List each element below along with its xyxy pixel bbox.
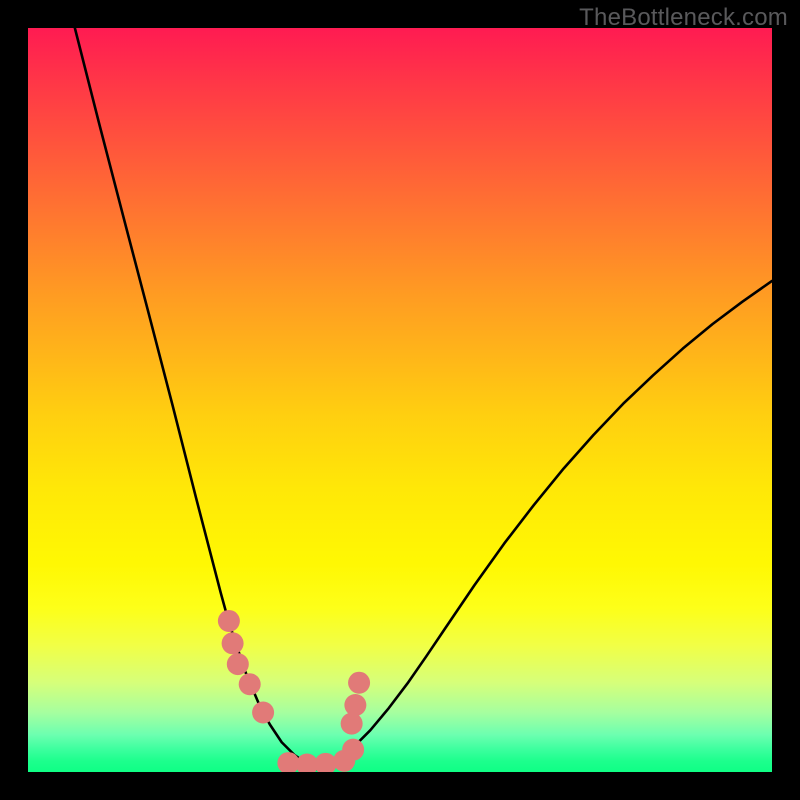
bottleneck-marker [342, 739, 364, 761]
chart-svg [28, 28, 772, 772]
right-curve-line [314, 281, 772, 770]
marker-group [218, 610, 370, 772]
chart-frame: TheBottleneck.com [0, 0, 800, 800]
bottleneck-marker [348, 672, 370, 694]
bottleneck-marker [252, 701, 274, 723]
bottleneck-marker [222, 632, 244, 654]
bottleneck-marker [218, 610, 240, 632]
bottleneck-marker [341, 713, 363, 735]
bottleneck-marker [227, 653, 249, 675]
bottleneck-marker [239, 673, 261, 695]
plot-area [28, 28, 772, 772]
bottleneck-marker [344, 694, 366, 716]
bottleneck-marker [315, 753, 337, 772]
left-curve-line [75, 28, 332, 771]
